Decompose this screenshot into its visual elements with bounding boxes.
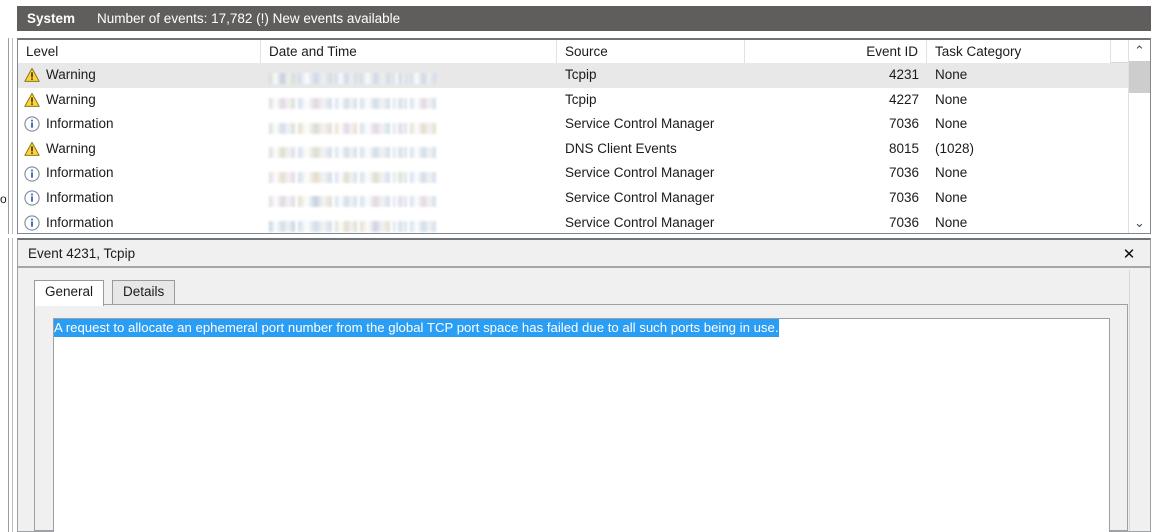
event-message-box[interactable]: A request to allocate an ephemeral port … <box>53 318 1110 532</box>
information-icon <box>24 190 40 206</box>
log-name-label: System <box>27 11 75 26</box>
cell-event-id: 7036 <box>745 112 927 137</box>
cell-level: Information <box>18 112 261 137</box>
cell-source: Service Control Manager <box>557 112 745 137</box>
events-list-panel: Level Date and Time Source Event ID Task… <box>17 38 1151 234</box>
log-status-label: Number of events: 17,782 (!) New events … <box>97 11 400 26</box>
cell-date-and-time <box>261 63 557 88</box>
redacted-timestamp <box>269 98 439 109</box>
cell-event-id: 4227 <box>745 88 927 113</box>
cell-task-category: None <box>927 161 1111 186</box>
cell-source: Tcpip <box>557 88 745 113</box>
detail-right-gutter <box>1129 270 1150 531</box>
redacted-timestamp <box>269 221 439 232</box>
cell-source: Service Control Manager <box>557 186 745 211</box>
redacted-timestamp <box>269 123 439 134</box>
table-row[interactable]: Warning Tcpip4231None <box>18 63 1128 88</box>
column-header-source[interactable]: Source <box>557 40 745 63</box>
cell-date-and-time <box>261 112 557 137</box>
gutter-rule-inner <box>12 38 13 234</box>
level-label: Information <box>46 161 114 186</box>
redacted-timestamp <box>269 147 439 158</box>
cell-level: Information <box>18 161 261 186</box>
level-label: Warning <box>46 63 96 88</box>
events-column-header-row: Level Date and Time Source Event ID Task… <box>18 40 1128 63</box>
redacted-timestamp <box>269 172 439 183</box>
tab-general[interactable]: General <box>34 280 104 306</box>
cell-event-id: 7036 <box>745 211 927 233</box>
gutter-rule-detail-inner <box>12 238 13 532</box>
cell-level: Warning <box>18 63 261 88</box>
table-row[interactable]: Information Service Control Manager7036No… <box>18 186 1128 211</box>
event-detail-panel: Event 4231, Tcpip ✕ General Details A re… <box>17 238 1151 532</box>
level-label: Information <box>46 112 114 137</box>
warning-icon <box>24 92 40 108</box>
close-icon[interactable]: ✕ <box>1118 243 1140 265</box>
cell-date-and-time <box>261 211 557 233</box>
cell-event-id: 8015 <box>745 137 927 162</box>
level-label: Information <box>46 211 114 233</box>
scroll-down-icon[interactable]: ⌄ <box>1129 212 1150 233</box>
redacted-timestamp <box>269 196 439 207</box>
level-label: Warning <box>46 88 96 113</box>
warning-icon <box>24 141 40 157</box>
scrollbar-thumb[interactable] <box>1129 61 1150 93</box>
cell-source: Service Control Manager <box>557 211 745 233</box>
cell-event-id: 7036 <box>745 186 927 211</box>
cell-event-id: 7036 <box>745 161 927 186</box>
information-icon <box>24 215 40 231</box>
cell-task-category: (1028) <box>927 137 1111 162</box>
redacted-timestamp <box>269 73 439 84</box>
table-row[interactable]: Information Service Control Manager7036No… <box>18 161 1128 186</box>
level-label: Warning <box>46 137 96 162</box>
detail-tabstrip: General Details <box>34 280 1150 304</box>
information-icon <box>24 116 40 132</box>
column-header-event-id[interactable]: Event ID <box>745 40 927 63</box>
cell-level: Information <box>18 211 261 233</box>
table-row[interactable]: Information Service Control Manager7036No… <box>18 211 1128 233</box>
cell-level: Warning <box>18 88 261 113</box>
cell-date-and-time <box>261 137 557 162</box>
table-row[interactable]: Warning Tcpip4227None <box>18 88 1128 113</box>
event-message-text: A request to allocate an ephemeral port … <box>54 319 779 337</box>
table-row[interactable]: Information Service Control Manager7036No… <box>18 112 1128 137</box>
events-list-inner: Level Date and Time Source Event ID Task… <box>18 40 1150 233</box>
event-detail-title: Event 4231, Tcpip <box>28 246 135 261</box>
scrollbar-track[interactable] <box>1129 61 1150 212</box>
events-rows: WarningTcpip4231NoneWarningTcpip4227None… <box>18 63 1128 233</box>
column-header-level[interactable]: Level <box>18 40 261 63</box>
cutoff-tree-label: o <box>0 192 7 206</box>
cell-source: DNS Client Events <box>557 137 745 162</box>
column-header-date-and-time[interactable]: Date and Time <box>261 40 557 63</box>
cell-task-category: None <box>927 88 1111 113</box>
scroll-up-icon[interactable]: ⌃ <box>1129 40 1150 61</box>
left-gutter <box>0 0 8 532</box>
cell-event-id: 4231 <box>745 63 927 88</box>
information-icon <box>24 166 40 182</box>
cell-date-and-time <box>261 161 557 186</box>
event-message-line: A request to allocate an ephemeral port … <box>54 319 779 338</box>
table-row[interactable]: Warning DNS Client Events8015(1028) <box>18 137 1128 162</box>
tab-page-general: A request to allocate an ephemeral port … <box>34 304 1128 531</box>
level-label: Information <box>46 186 114 211</box>
gutter-rule-detail-outer <box>8 238 9 532</box>
cell-level: Information <box>18 186 261 211</box>
cell-task-category: None <box>927 112 1111 137</box>
tab-details[interactable]: Details <box>112 280 175 304</box>
warning-icon <box>24 67 40 83</box>
cell-source: Service Control Manager <box>557 161 745 186</box>
cell-source: Tcpip <box>557 63 745 88</box>
events-vertical-scrollbar[interactable]: ⌃ ⌄ <box>1128 40 1150 233</box>
cell-task-category: None <box>927 63 1111 88</box>
cell-task-category: None <box>927 211 1111 233</box>
column-header-task-category[interactable]: Task Category <box>927 40 1111 63</box>
cell-task-category: None <box>927 186 1111 211</box>
event-viewer-window: o System Number of events: 17,782 (!) Ne… <box>0 0 1151 532</box>
cell-level: Warning <box>18 137 261 162</box>
cell-date-and-time <box>261 186 557 211</box>
log-header-bar: System Number of events: 17,782 (!) New … <box>17 6 1151 31</box>
cell-date-and-time <box>261 88 557 113</box>
event-detail-title-bar: Event 4231, Tcpip ✕ <box>18 240 1150 268</box>
gutter-rule-outer <box>8 38 9 234</box>
